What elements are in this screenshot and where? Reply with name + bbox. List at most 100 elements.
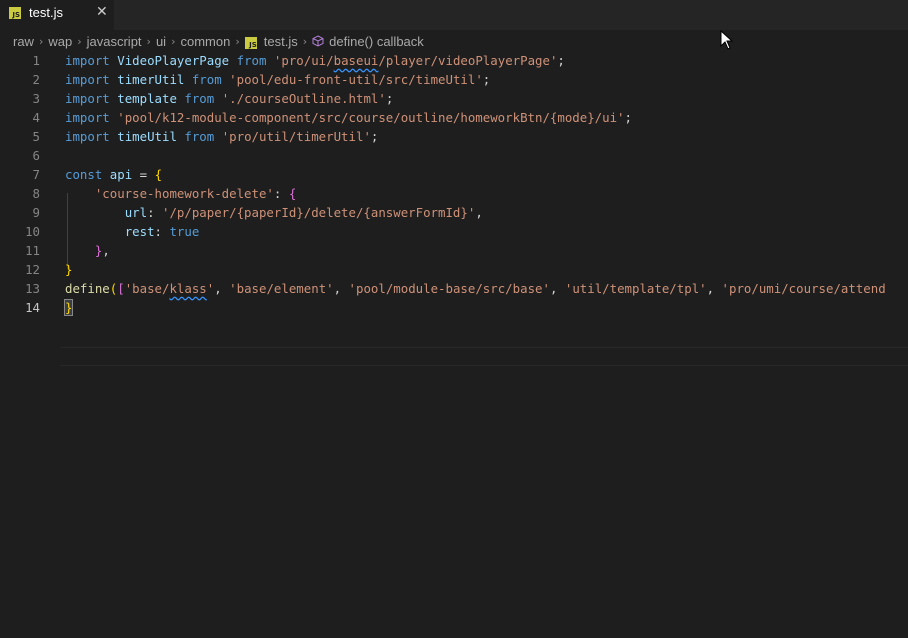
code-token: 'pool/edu-front-util/src/timeUtil'	[229, 72, 483, 87]
tab-test-js[interactable]: JS test.js ✕	[0, 0, 114, 30]
code-token: import	[65, 72, 110, 87]
code-line: 4 import 'pool/k12-module-component/src/c…	[0, 108, 908, 127]
code-text: define(['base/klass', 'base/element', 'p…	[65, 279, 886, 298]
breadcrumb: raw › wap › javascript › ui › common › JS test.js › d…	[0, 30, 908, 52]
chevron-right-icon: ›	[38, 34, 44, 48]
code-text: import VideoPlayerPage from 'pro/ui/base…	[65, 51, 565, 70]
code-line: 8 'course-homework-delete': {	[0, 184, 908, 203]
line-number: 5	[32, 129, 40, 144]
code-token: ;	[370, 129, 379, 144]
code-token: ;	[624, 110, 632, 125]
code-token: 'course-homework-delete'	[94, 186, 274, 201]
line-number: 11	[25, 243, 40, 258]
code-token: import	[65, 110, 110, 125]
code-token: ,	[549, 281, 565, 296]
code-token: 'pool/k12-module-component/src/course/ou…	[117, 110, 625, 125]
code-token: 'pro/umi/course/attend	[721, 281, 886, 296]
code-token: {	[288, 186, 297, 201]
symbol-method-icon	[312, 34, 324, 47]
line-number: 3	[32, 91, 40, 106]
js-file-icon: JS	[244, 36, 257, 49]
line-number: 1	[32, 53, 40, 68]
code-text: import timeUtil from 'pro/util/timerUtil…	[65, 127, 378, 146]
line-number: 13	[25, 281, 40, 296]
code-token: 'base/	[124, 281, 170, 296]
chevron-right-icon: ›	[235, 34, 240, 48]
code-token: ,	[475, 205, 483, 220]
code-token: import	[65, 91, 110, 106]
breadcrumb-item-wap[interactable]: wap	[48, 34, 72, 49]
code-token: import	[65, 129, 110, 144]
code-token: 'pro/util/timerUtil'	[221, 129, 371, 144]
code-token: ;	[482, 72, 491, 87]
spelling-squiggle: klass	[169, 281, 207, 296]
line-number: 4	[32, 110, 40, 125]
chevron-right-icon: ›	[302, 34, 308, 48]
code-token: [	[117, 281, 125, 296]
chevron-right-icon: ›	[146, 34, 151, 48]
code-token: from	[191, 72, 222, 87]
chevron-right-icon: ›	[171, 34, 176, 48]
code-text: import template from './courseOutline.ht…	[65, 89, 393, 108]
code-line: 12}	[0, 260, 908, 279]
breadcrumb-item-common[interactable]: common	[180, 34, 230, 49]
code-token: }	[65, 262, 73, 277]
code-line: 9 url: '/p/paper/{paperId}/delete/{answe…	[0, 203, 908, 222]
tab-title: test.js	[29, 5, 63, 20]
code-token: const	[65, 167, 103, 182]
code-token: true	[169, 224, 200, 239]
code-token: ,	[214, 281, 230, 296]
code-token: =	[132, 167, 155, 182]
breadcrumb-item-raw[interactable]: raw	[13, 34, 34, 49]
code-token: import	[65, 53, 110, 68]
breadcrumb-item-javascript[interactable]: javascript	[87, 34, 142, 49]
code-token: /player/videoPlayerPage'	[378, 53, 558, 68]
code-text: import 'pool/k12-module-component/src/co…	[65, 108, 632, 127]
breadcrumb-file[interactable]: JS test.js	[244, 34, 298, 49]
code-token: './courseOutline.html'	[221, 91, 386, 106]
code-token: 'pro/ui/	[273, 53, 334, 68]
code-token: api	[109, 167, 133, 182]
code-text: const api = {	[65, 165, 162, 184]
code-line: 3 import template from './courseOutline.h…	[0, 89, 908, 108]
breadcrumb-item-ui[interactable]: ui	[156, 34, 166, 49]
line-number: 12	[25, 262, 40, 277]
code-text: url: '/p/paper/{paperId}/delete/{answerF…	[65, 203, 483, 222]
code-token: {	[154, 167, 163, 182]
code-line: 1 import VideoPlayerPage from 'pro/ui/bas…	[0, 51, 908, 70]
code-text: 'course-homework-delete': {	[65, 184, 296, 203]
code-line: 6	[0, 146, 908, 165]
code-token: 'base/element'	[229, 281, 334, 296]
code-token: url	[124, 205, 148, 220]
code-line: 7 const api = {	[0, 165, 908, 184]
code-text: }	[65, 260, 72, 279]
code-token: VideoPlayerPage	[117, 53, 230, 68]
code-token: ;	[385, 91, 394, 106]
code-token: from	[184, 91, 215, 106]
close-icon[interactable]: ✕	[96, 4, 108, 20]
js-file-icon: JS	[9, 7, 21, 19]
chevron-right-icon: ›	[77, 34, 82, 48]
spelling-squiggle: baseui	[333, 53, 379, 68]
code-editor[interactable]: 1 import VideoPlayerPage from 'pro/ui/bas…	[0, 50, 908, 638]
breadcrumb-symbol[interactable]: define() callback	[312, 34, 424, 49]
code-token: ;	[557, 53, 565, 68]
code-token: '/p/paper/{paperId}/delete/{answerFormId…	[162, 205, 476, 220]
line-number: 2	[32, 72, 40, 87]
code-token: from	[236, 53, 267, 68]
code-line: 14}	[0, 298, 908, 317]
breadcrumb-symbol-label: define() callback	[329, 33, 424, 49]
line-number: 8	[32, 186, 40, 201]
tab-bar: JS test.js ✕	[0, 0, 908, 30]
code-token: ,	[706, 281, 722, 296]
code-line: 13 define(['base/klass', 'base/element', …	[0, 279, 908, 298]
code-token: timerUtil	[117, 72, 185, 87]
